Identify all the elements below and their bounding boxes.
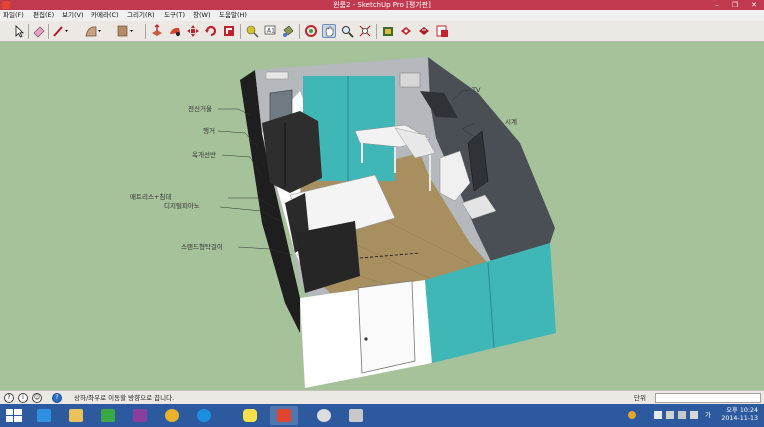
ime-indicator[interactable]: 가 xyxy=(705,404,711,427)
taskbar-hp[interactable] xyxy=(190,406,218,425)
eraser-tool-icon[interactable] xyxy=(32,24,46,38)
status-bar: ? i ☺ ? 상하/좌우로 이동할 방향으로 끕니다. 단위 xyxy=(0,390,764,404)
taskbar-explorer[interactable] xyxy=(62,406,90,425)
chrome-icon xyxy=(165,409,179,422)
text-tool-icon[interactable]: A1 xyxy=(263,24,277,38)
wardrobe xyxy=(262,111,322,193)
push-pull-tool-icon[interactable] xyxy=(150,24,164,38)
window-unit xyxy=(399,72,421,88)
menu-help[interactable]: 도움말(H) xyxy=(219,10,247,21)
battery-icon[interactable] xyxy=(678,411,686,419)
label-mirror: 전신거울 xyxy=(188,105,212,113)
kakaotalk-icon xyxy=(243,409,257,422)
media-app-icon xyxy=(133,409,147,422)
paint-bucket-tool-icon[interactable] xyxy=(281,24,295,38)
aircon-unit xyxy=(265,71,289,80)
file-explorer-icon xyxy=(69,409,83,422)
arc-tool-icon[interactable] xyxy=(84,24,101,38)
close-button[interactable]: ✕ xyxy=(745,0,763,10)
zoom-tool-icon[interactable] xyxy=(340,24,354,38)
share-model-icon[interactable] xyxy=(417,24,431,38)
user-account-icon[interactable]: ☺ xyxy=(32,393,42,403)
taskbar-kakaotalk[interactable] xyxy=(236,406,264,425)
layout-icon[interactable] xyxy=(435,24,449,38)
label-tv: TV xyxy=(472,86,481,94)
menu-file[interactable]: 파일(F) xyxy=(3,10,24,21)
entry-door xyxy=(357,280,416,374)
menu-tools[interactable]: 도구(T) xyxy=(164,10,185,21)
volume-icon[interactable] xyxy=(690,411,698,419)
toolbar-separator xyxy=(28,24,29,39)
store-icon xyxy=(101,409,115,422)
taskbar-sketchup[interactable] xyxy=(270,406,298,425)
model-viewport[interactable]: 전신거울 행거 옥개선반 매트리스+침대 디지털피아노 스탠드형탁걸이 TV 시… xyxy=(0,43,764,390)
menu-bar: 파일(F) 편집(E) 보기(V) 카메라(C) 그리기(R) 도구(T) 창(… xyxy=(0,10,764,21)
credits-icon[interactable]: i xyxy=(18,393,28,403)
shape-tool-icon[interactable] xyxy=(116,24,133,38)
menu-edit[interactable]: 편집(E) xyxy=(33,10,54,21)
instructor-icon[interactable]: ? xyxy=(52,393,62,403)
title-bar: 윈룸2 - SketchUp Pro [평가판] – ❐ ✕ xyxy=(0,0,764,10)
measurements-input[interactable] xyxy=(655,393,761,403)
taskbar-game[interactable] xyxy=(310,406,338,425)
extension-warehouse-icon[interactable] xyxy=(399,24,413,38)
pan-tool-icon[interactable] xyxy=(322,24,336,38)
label-clock: 시계 xyxy=(505,118,517,126)
paint-icon xyxy=(349,409,363,422)
move-tool-icon[interactable] xyxy=(186,24,200,38)
room-model xyxy=(217,57,556,388)
label-stand-rack: 스탠드형탁걸이 xyxy=(181,243,223,251)
geo-location-icon[interactable]: ? xyxy=(4,393,14,403)
hp-icon xyxy=(197,409,211,422)
scale-tool-icon[interactable] xyxy=(222,24,236,38)
taskbar-paint[interactable] xyxy=(342,406,370,425)
sketchup-icon xyxy=(277,409,291,422)
toolbar-separator xyxy=(145,24,146,39)
taskbar-store[interactable] xyxy=(94,406,122,425)
menu-camera[interactable]: 카메라(C) xyxy=(91,10,119,21)
zoom-extents-tool-icon[interactable] xyxy=(358,24,372,38)
status-message: 상하/좌우로 이동할 방향으로 끕니다. xyxy=(74,394,175,402)
label-hanger: 행거 xyxy=(203,127,215,135)
clock-date: 2014-11-13 xyxy=(721,415,758,422)
start-button[interactable] xyxy=(3,407,25,424)
toolbar-separator xyxy=(299,24,300,39)
taskbar-ie[interactable] xyxy=(30,406,58,425)
network-icon[interactable] xyxy=(666,411,674,419)
select-tool-icon[interactable] xyxy=(12,24,26,38)
menu-window[interactable]: 창(W) xyxy=(193,10,210,21)
toolbar-separator xyxy=(48,24,49,39)
maximize-button[interactable]: ❐ xyxy=(726,0,744,10)
warehouse-icon[interactable] xyxy=(381,24,395,38)
toolbar-separator xyxy=(240,24,241,39)
menu-view[interactable]: 보기(V) xyxy=(62,10,83,21)
show-hidden-icons-icon[interactable] xyxy=(654,411,662,419)
toolbar: A1 xyxy=(0,21,764,42)
clock-time: 오후 10:24 xyxy=(726,407,758,414)
internet-explorer-icon xyxy=(37,409,51,422)
orbit-tool-icon[interactable] xyxy=(304,24,318,38)
minimize-button[interactable]: – xyxy=(708,0,726,10)
follow-me-tool-icon[interactable] xyxy=(168,24,182,38)
system-clock[interactable]: 오후 10:24 2014-11-13 xyxy=(721,407,758,423)
line-tool-icon[interactable] xyxy=(52,24,68,38)
measurements-label: 단위 xyxy=(634,394,646,402)
label-shelf: 옥개선반 xyxy=(192,151,216,159)
tape-measure-tool-icon[interactable] xyxy=(245,24,259,38)
label-bed: 매트리스+침대 xyxy=(130,193,172,201)
taskbar-chrome[interactable] xyxy=(158,406,186,425)
taskbar: 가 오후 10:24 2014-11-13 xyxy=(0,404,764,427)
ball-app-icon xyxy=(317,409,331,422)
label-piano: 디지털피아노 xyxy=(164,202,200,210)
window-title: 윈룸2 - SketchUp Pro [평가판] xyxy=(333,1,431,9)
menu-draw[interactable]: 그리기(R) xyxy=(127,10,155,21)
rotate-tool-icon[interactable] xyxy=(204,24,218,38)
taskbar-app-purple[interactable] xyxy=(126,406,154,425)
toolbar-separator xyxy=(376,24,377,39)
svg-text:A1: A1 xyxy=(267,28,275,35)
notification-icon[interactable] xyxy=(628,411,636,419)
